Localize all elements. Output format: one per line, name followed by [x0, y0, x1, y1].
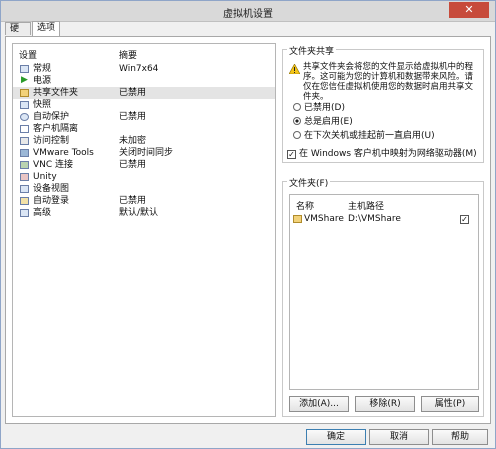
col-name-header: 名称 — [296, 202, 315, 212]
item-name: 常规 — [33, 64, 52, 74]
radio-dot — [293, 131, 301, 139]
map-network-drive-checkbox[interactable]: ✓ 在 Windows 客户机中映射为网络驱动器(M) — [287, 148, 477, 160]
list-item[interactable]: 常规 Win7x64 — [13, 63, 275, 75]
warning-text: 共享文件夹会将您的文件显示给虚拟机中的程序。这可能为您的计算机和数据带来风险。请… — [303, 62, 474, 102]
item-name: 自动保护 — [33, 112, 70, 122]
autoprotect-icon — [20, 113, 29, 121]
list-item[interactable]: 自动登录 已禁用 — [13, 195, 275, 207]
lock-icon — [20, 137, 29, 145]
folders-group: 文件夹(F) 名称 主机路径 VMShare D:\VMShare ✓ 添加(A… — [282, 176, 484, 417]
item-name: 电源 — [33, 76, 52, 86]
title-bar[interactable]: 虚拟机设置 ✕ — [1, 1, 495, 22]
list-item[interactable]: Unity — [13, 171, 275, 183]
item-value: 默认/默认 — [119, 208, 159, 218]
list-item[interactable]: ▶ 电源 — [13, 75, 275, 87]
list-item[interactable]: 设备视图 — [13, 183, 275, 195]
item-value: 已禁用 — [119, 196, 147, 206]
item-name: 自动登录 — [33, 196, 70, 206]
list-item-selected[interactable]: 共享文件夹 已禁用 — [13, 87, 275, 99]
shared-folder-icon — [20, 89, 29, 97]
item-value: 已禁用 — [119, 112, 147, 122]
settings-list[interactable]: 设置 摘要 常规 Win7x64 ▶ 电源 共享文件夹 已禁用 快照 自动保护 … — [12, 43, 276, 417]
list-item[interactable]: VMware Tools 关闭时间同步 — [13, 147, 275, 159]
list-header-setting: 设置 — [19, 51, 38, 61]
properties-button[interactable]: 属性(P) — [421, 396, 479, 412]
item-name: 高级 — [33, 208, 52, 218]
sharing-title: 文件夹共享 — [287, 44, 337, 57]
radio-disabled[interactable]: 已禁用(D) — [293, 102, 345, 114]
power-play-icon: ▶ — [21, 75, 28, 85]
window-title: 虚拟机设置 — [223, 9, 273, 20]
general-icon — [20, 65, 29, 73]
close-button[interactable]: ✕ — [449, 2, 489, 18]
folders-list[interactable]: 名称 主机路径 VMShare D:\VMShare ✓ — [289, 194, 479, 390]
remove-button[interactable]: 移除(R) — [355, 396, 415, 412]
folder-row[interactable]: VMShare D:\VMShare ✓ — [290, 213, 478, 226]
isolation-icon — [20, 125, 29, 133]
list-header-summary: 摘要 — [119, 51, 138, 61]
item-value: 已禁用 — [119, 88, 147, 98]
warning-icon — [289, 64, 300, 74]
list-item[interactable]: VNC 连接 已禁用 — [13, 159, 275, 171]
advanced-icon — [20, 209, 29, 217]
unity-icon — [20, 173, 29, 181]
item-name: Unity — [33, 172, 57, 182]
radio-label: 总是启用(E) — [304, 117, 353, 127]
radio-until-poweroff[interactable]: 在下次关机或挂起前一直启用(U) — [293, 130, 435, 142]
item-name: VNC 连接 — [33, 160, 74, 170]
folders-title: 文件夹(F) — [287, 176, 331, 189]
sharing-group: 文件夹共享 共享文件夹会将您的文件显示给虚拟机中的程序。这可能为您的计算机和数据… — [282, 44, 484, 163]
settings-window: 虚拟机设置 ✕ 硬件 选项 设置 摘要 常规 Win7x64 ▶ 电源 共享文件… — [0, 0, 496, 449]
radio-label: 在下次关机或挂起前一直启用(U) — [304, 131, 435, 141]
tab-hardware[interactable]: 硬件 — [5, 22, 31, 47]
radio-dot-selected — [293, 117, 301, 125]
item-name: 访问控制 — [33, 136, 70, 146]
radio-dot — [293, 103, 301, 111]
folder-name: VMShare — [304, 214, 344, 224]
add-button[interactable]: 添加(A)... — [289, 396, 349, 412]
list-item[interactable]: 访问控制 未加密 — [13, 135, 275, 147]
vnc-icon — [20, 161, 29, 169]
item-name: 共享文件夹 — [33, 88, 79, 98]
list-item[interactable]: 自动保护 已禁用 — [13, 111, 275, 123]
item-name: 快照 — [33, 100, 52, 110]
help-button[interactable]: 帮助 — [432, 429, 488, 445]
item-value: Win7x64 — [119, 64, 159, 74]
snapshot-icon — [20, 101, 29, 109]
checkbox-box: ✓ — [287, 150, 296, 159]
ok-button[interactable]: 确定 — [306, 429, 366, 445]
folder-enabled-checkbox[interactable]: ✓ — [460, 215, 469, 224]
list-item[interactable]: 客户机隔离 — [13, 123, 275, 135]
item-name: VMware Tools — [33, 148, 94, 158]
folder-icon — [293, 215, 302, 223]
item-value: 未加密 — [119, 136, 147, 146]
radio-always-enabled[interactable]: 总是启用(E) — [293, 116, 353, 128]
tab-options[interactable]: 选项 — [32, 21, 60, 36]
vmware-tools-icon — [20, 149, 29, 157]
cancel-button[interactable]: 取消 — [369, 429, 429, 445]
item-name: 客户机隔离 — [33, 124, 79, 134]
autologin-icon — [20, 197, 29, 205]
col-path-header: 主机路径 — [348, 202, 385, 212]
list-item[interactable]: 高级 默认/默认 — [13, 207, 275, 219]
folder-path: D:\VMShare — [348, 214, 401, 224]
tab-content: 设置 摘要 常规 Win7x64 ▶ 电源 共享文件夹 已禁用 快照 自动保护 … — [5, 36, 491, 424]
item-name: 设备视图 — [33, 184, 70, 194]
radio-label: 已禁用(D) — [304, 103, 345, 113]
list-item[interactable]: 快照 — [13, 99, 275, 111]
checkbox-label: 在 Windows 客户机中映射为网络驱动器(M) — [299, 149, 477, 159]
item-value: 关闭时间同步 — [119, 148, 174, 158]
item-value: 已禁用 — [119, 160, 147, 170]
device-view-icon — [20, 185, 29, 193]
